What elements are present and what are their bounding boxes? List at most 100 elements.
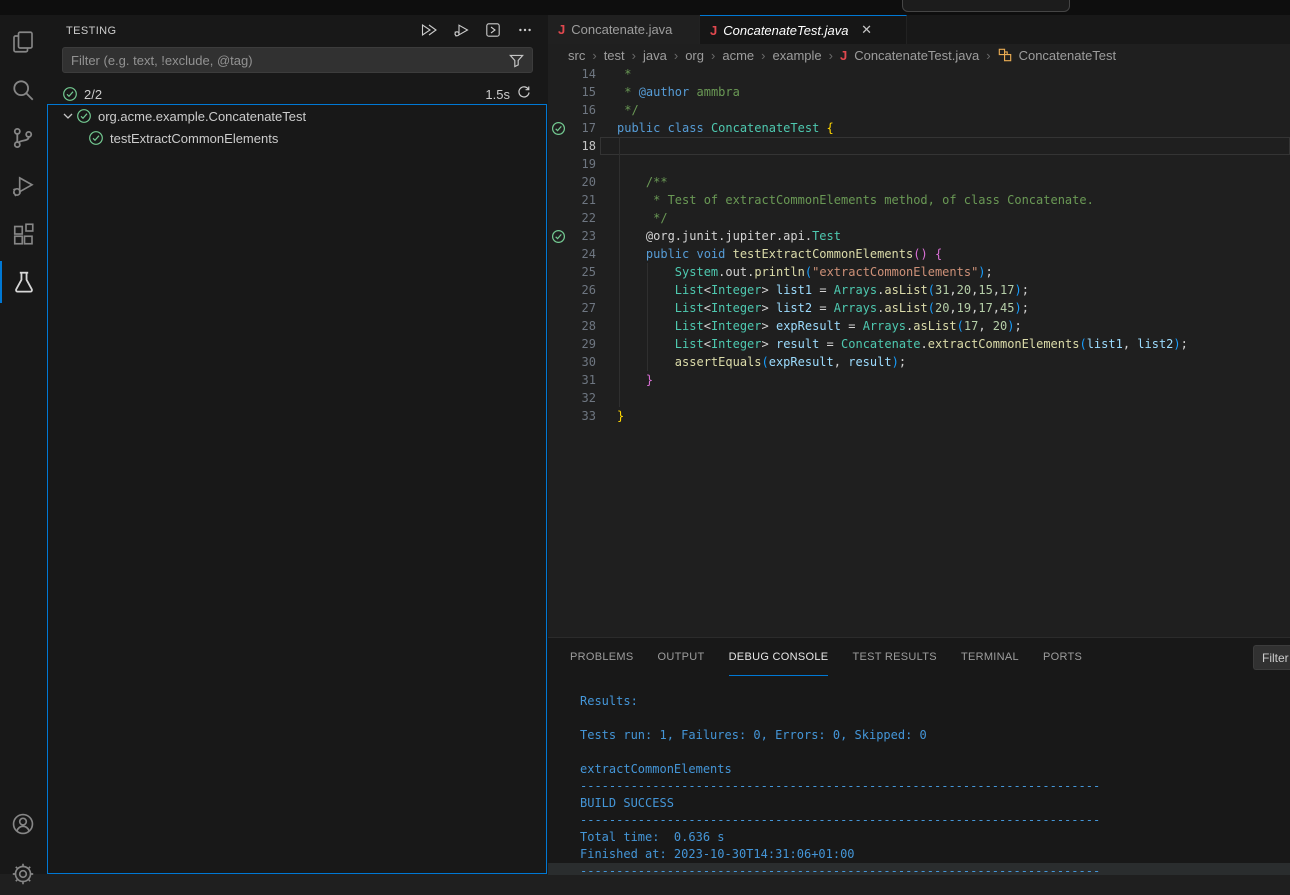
code-line: * — [617, 65, 1188, 83]
settings-gear-icon[interactable] — [0, 853, 46, 895]
extensions-icon[interactable] — [0, 213, 46, 255]
command-center[interactable] — [902, 0, 1070, 12]
java-file-icon: J — [558, 22, 565, 37]
breadcrumb-src[interactable]: src — [568, 48, 585, 63]
line-number[interactable]: 33 — [560, 407, 596, 425]
panel-tab-output[interactable]: OUTPUT — [658, 639, 705, 676]
panel-tab-debug-console[interactable]: DEBUG CONSOLE — [729, 639, 829, 676]
close-tab-icon[interactable]: ✕ — [859, 22, 875, 38]
refresh-tests-icon[interactable] — [516, 85, 531, 103]
panel-tab-problems[interactable]: PROBLEMS — [570, 639, 634, 676]
line-number-gutter: 1415161718192021222324252627282930313233 — [560, 65, 596, 425]
java-file-icon: J — [840, 48, 847, 63]
test-duration: 1.5s — [485, 87, 510, 102]
line-number[interactable]: 29 — [560, 335, 596, 353]
line-number[interactable]: 26 — [560, 281, 596, 299]
breadcrumb-separator: › — [632, 48, 636, 63]
breadcrumb-example[interactable]: example — [772, 48, 821, 63]
breadcrumb-java[interactable]: java — [643, 48, 667, 63]
code-editor[interactable]: 1415161718192021222324252627282930313233… — [548, 65, 1290, 637]
code-line — [617, 389, 1188, 407]
debug-all-tests-icon[interactable] — [450, 19, 472, 41]
console-line — [548, 744, 1290, 761]
line-number[interactable]: 20 — [560, 173, 596, 191]
line-number[interactable]: 32 — [560, 389, 596, 407]
breadcrumb-test[interactable]: test — [604, 48, 625, 63]
console-line — [548, 710, 1290, 727]
debug-console-output[interactable]: Results:Tests run: 1, Failures: 0, Error… — [548, 677, 1290, 875]
console-line: ----------------------------------------… — [548, 863, 1290, 875]
line-number[interactable]: 21 — [560, 191, 596, 209]
line-number[interactable]: 28 — [560, 317, 596, 335]
sidebar-header: TESTING — [46, 15, 548, 47]
test-class-label: org.acme.example.ConcatenateTest — [98, 109, 306, 124]
code-line: List<Integer> expResult = Arrays.asList(… — [617, 317, 1188, 335]
line-number[interactable]: 16 — [560, 101, 596, 119]
tab-concatenatetest-java[interactable]: J ConcatenateTest.java ✕ — [700, 15, 907, 44]
line-number[interactable]: 30 — [560, 353, 596, 371]
account-icon[interactable] — [0, 803, 46, 845]
run-all-tests-icon[interactable] — [418, 19, 440, 41]
run-and-debug-icon[interactable] — [0, 165, 46, 207]
source-control-icon[interactable] — [0, 117, 46, 159]
code-line: * Test of extractCommonElements method, … — [617, 191, 1188, 209]
tests-passed-count: 2/2 — [84, 87, 102, 102]
explorer-icon[interactable] — [0, 21, 46, 63]
line-number[interactable]: 25 — [560, 263, 596, 281]
breadcrumb-file[interactable]: ConcatenateTest.java — [854, 48, 979, 63]
tab-label: ConcatenateTest.java — [723, 23, 848, 38]
test-tree-item-class[interactable]: org.acme.example.ConcatenateTest — [48, 105, 546, 127]
panel-tab-test-results[interactable]: TEST RESULTS — [852, 639, 937, 676]
tab-concatenate-java[interactable]: J Concatenate.java — [548, 15, 700, 44]
console-line: BUILD SUCCESS — [548, 795, 1290, 812]
line-number[interactable]: 23 — [560, 227, 596, 245]
test-filter-placeholder: Filter (e.g. text, !exclude, @tag) — [71, 53, 253, 68]
testing-icon[interactable] — [0, 261, 46, 303]
test-tree-item-method[interactable]: testExtractCommonElements — [48, 127, 546, 149]
test-filter-input[interactable]: Filter (e.g. text, !exclude, @tag) — [62, 47, 533, 73]
search-icon[interactable] — [0, 69, 46, 111]
line-number[interactable]: 18 — [560, 137, 596, 155]
chevron-down-icon[interactable] — [60, 108, 76, 124]
line-number[interactable]: 24 — [560, 245, 596, 263]
panel-tab-ports[interactable]: PORTS — [1043, 639, 1082, 676]
code-line: System.out.println("extractCommonElement… — [617, 263, 1188, 281]
line-number[interactable]: 17 — [560, 119, 596, 137]
code-line: public void testExtractCommonElements() … — [617, 245, 1188, 263]
class-symbol-icon — [998, 48, 1012, 62]
code-line: * @author ammbra — [617, 83, 1188, 101]
line-number[interactable]: 27 — [560, 299, 596, 317]
more-actions-icon[interactable] — [514, 19, 536, 41]
editor-tab-bar: J Concatenate.java J ConcatenateTest.jav… — [548, 15, 1290, 44]
code-line: } — [617, 371, 1188, 389]
breadcrumb-acme[interactable]: acme — [722, 48, 754, 63]
code-line — [617, 137, 1188, 155]
test-pass-icon — [76, 108, 92, 124]
line-number[interactable]: 15 — [560, 83, 596, 101]
test-tree: org.acme.example.ConcatenateTest testExt… — [47, 104, 547, 874]
line-number[interactable]: 19 — [560, 155, 596, 173]
line-number[interactable]: 31 — [560, 371, 596, 389]
line-number[interactable]: 14 — [560, 65, 596, 83]
line-number[interactable]: 22 — [560, 209, 596, 227]
code-line: List<Integer> list1 = Arrays.asList(31,2… — [617, 281, 1188, 299]
code-line: */ — [617, 101, 1188, 119]
code-line: List<Integer> result = Concatenate.extra… — [617, 335, 1188, 353]
code-line: */ — [617, 209, 1188, 227]
console-line: Total time: 0.636 s — [548, 829, 1290, 846]
panel-tab-terminal[interactable]: TERMINAL — [961, 639, 1019, 676]
code-line: List<Integer> list2 = Arrays.asList(20,1… — [617, 299, 1188, 317]
title-bar — [0, 0, 1290, 15]
code-line: @org.junit.jupiter.api.Test — [617, 227, 1188, 245]
console-line: Results: — [548, 693, 1290, 710]
breadcrumb-symbol[interactable]: ConcatenateTest — [1019, 48, 1117, 63]
panel-tab-bar: PROBLEMS OUTPUT DEBUG CONSOLE TEST RESULTS T… — [570, 638, 1082, 676]
filter-funnel-icon[interactable] — [508, 52, 525, 72]
show-test-output-icon[interactable] — [482, 19, 504, 41]
breadcrumb-org[interactable]: org — [685, 48, 704, 63]
console-filter-input[interactable]: Filter — [1253, 645, 1290, 670]
console-line: Finished at: 2023-10-30T14:31:06+01:00 — [548, 846, 1290, 863]
breadcrumb-separator: › — [674, 48, 678, 63]
console-filter-label: Filter — [1262, 651, 1289, 665]
breadcrumb-separator: › — [829, 48, 833, 63]
